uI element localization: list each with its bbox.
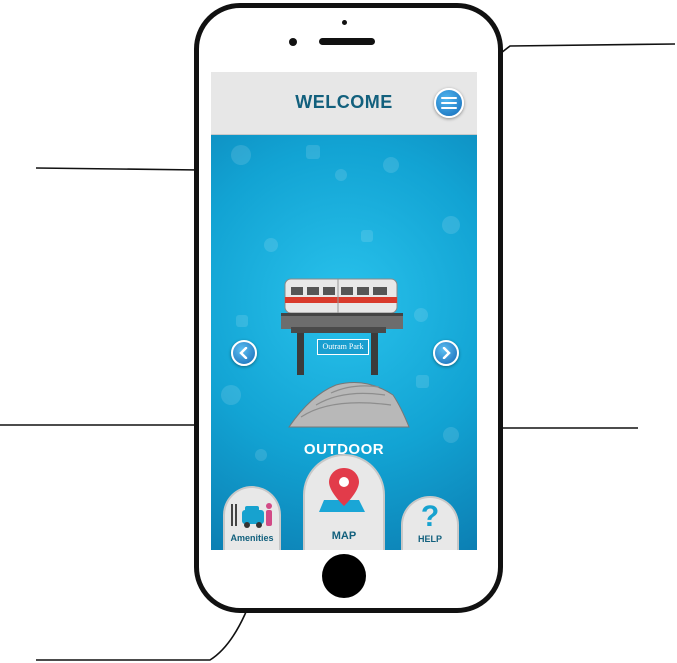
amenities-label: Amenities [230, 533, 274, 543]
previous-slide-button[interactable] [231, 340, 257, 366]
earpiece-speaker [319, 38, 375, 45]
next-slide-button[interactable] [433, 340, 459, 366]
question-mark-icon: ? [420, 500, 440, 533]
menu-button[interactable] [434, 88, 464, 118]
home-button[interactable] [322, 554, 366, 598]
map-tab[interactable]: MAP [303, 454, 385, 550]
map-pin-icon [319, 468, 365, 512]
chevron-right-icon [442, 347, 451, 359]
help-tab[interactable]: ? HELP [401, 496, 459, 550]
amenities-icon [231, 503, 272, 528]
front-camera [289, 38, 297, 46]
header-bar: WELCOME [211, 72, 477, 135]
app-screen: WELCOME Outram Park OUTDOOR Amenities MA… [211, 72, 477, 550]
station-illustration [281, 278, 410, 428]
hamburger-menu-icon [441, 97, 457, 109]
station-name-sign: Outram Park [317, 339, 369, 355]
chevron-left-icon [239, 347, 248, 359]
amenities-tab[interactable]: Amenities [223, 486, 281, 550]
help-label: HELP [417, 534, 442, 544]
map-label: MAP [331, 530, 357, 542]
proximity-sensor [342, 20, 347, 25]
